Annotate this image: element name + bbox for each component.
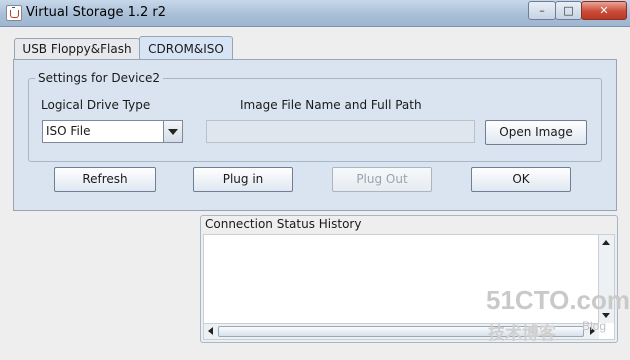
tab-cdrom-iso[interactable]: CDROM&ISO: [139, 36, 233, 61]
connection-status-title: Connection Status History: [205, 217, 362, 231]
image-path-field[interactable]: [206, 120, 475, 143]
logical-drive-type-select[interactable]: ISO File: [42, 120, 183, 143]
ok-button[interactable]: OK: [471, 167, 571, 192]
minimize-button[interactable]: –: [528, 1, 556, 20]
watermark-main: 51CTO.com: [486, 285, 630, 315]
client-area: USB Floppy&Flash CDROM&ISO Settings for …: [0, 27, 630, 360]
chevron-down-icon[interactable]: [163, 121, 182, 142]
application-window: Virtual Storage 1.2 r2 – □ ✕ USB Floppy&…: [0, 0, 630, 360]
java-cup-icon: [6, 5, 22, 21]
scroll-left-arrow-icon[interactable]: [208, 327, 213, 335]
plug-in-button[interactable]: Plug in: [193, 167, 293, 192]
tab-usb-floppy-flash[interactable]: USB Floppy&Flash: [14, 38, 140, 61]
watermark-blog: Blog: [582, 319, 607, 333]
maximize-button[interactable]: □: [555, 1, 582, 20]
close-button[interactable]: ✕: [581, 1, 627, 20]
window-title: Virtual Storage 1.2 r2: [26, 5, 167, 20]
watermark: 51CTO.com 技术博客 Blog: [486, 285, 630, 355]
open-image-button[interactable]: Open Image: [485, 120, 587, 145]
settings-group-title: Settings for Device2: [35, 71, 164, 85]
watermark-sub: 技术博客: [488, 324, 556, 344]
plug-out-button[interactable]: Plug Out: [332, 167, 432, 192]
title-bar[interactable]: Virtual Storage 1.2 r2 – □ ✕: [0, 0, 630, 27]
refresh-button[interactable]: Refresh: [54, 167, 156, 192]
logical-drive-type-label: Logical Drive Type: [41, 98, 151, 112]
drive-type-value: ISO File: [46, 124, 91, 138]
tab-panel-cdrom: Settings for Device2 Logical Drive Type …: [13, 59, 617, 211]
scroll-up-arrow-icon[interactable]: [602, 240, 610, 245]
image-path-label: Image File Name and Full Path: [240, 98, 422, 112]
